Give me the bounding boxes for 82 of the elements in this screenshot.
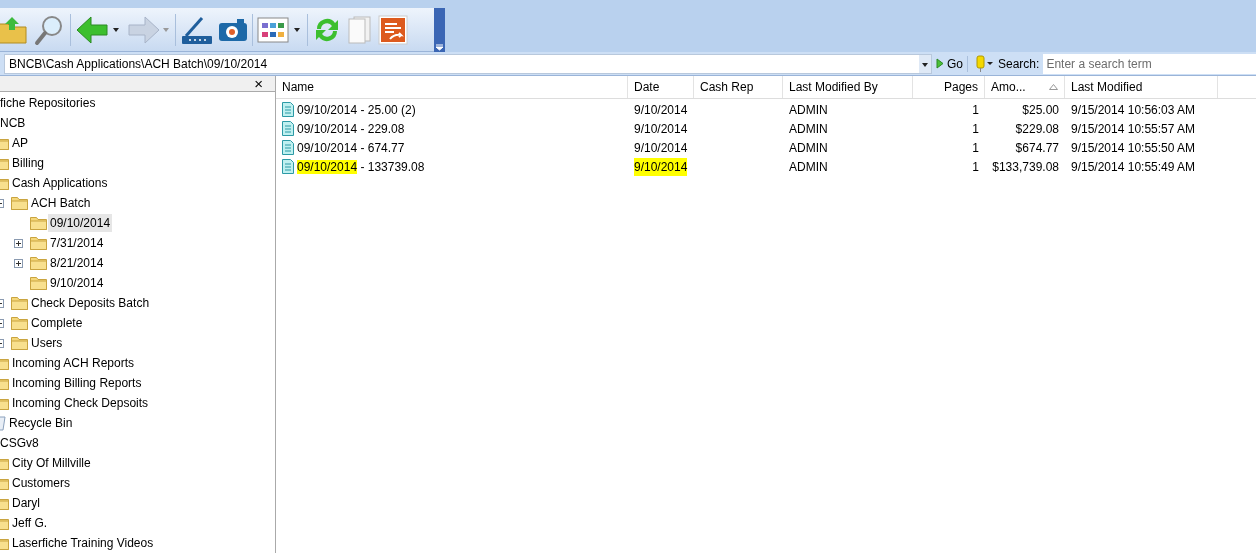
tree-item[interactable]: 9/10/2014 bbox=[48, 274, 106, 292]
column-header[interactable]: Pages bbox=[943, 78, 978, 96]
go-button[interactable]: Go bbox=[932, 53, 967, 74]
modified-cell-text: 9/15/2014 10:56:03 AM bbox=[1071, 101, 1196, 119]
tree-item[interactable]: 09/10/2014 bbox=[48, 214, 113, 232]
color-grid-icon[interactable] bbox=[257, 15, 303, 44]
overflow-icon[interactable] bbox=[434, 7, 445, 52]
folder-icon bbox=[30, 256, 47, 270]
pages-cell-text: 1 bbox=[972, 101, 979, 119]
amount-cell-text: $25.00 bbox=[1022, 101, 1059, 119]
tree-item[interactable]: CSGv8 bbox=[0, 434, 41, 452]
camera-icon[interactable] bbox=[218, 16, 248, 43]
tree-item[interactable]: AP bbox=[10, 134, 30, 152]
tree-item[interactable]: 7/31/2014 bbox=[48, 234, 106, 252]
folder-icon bbox=[30, 236, 47, 250]
expand-icon[interactable] bbox=[14, 239, 23, 248]
amount-cell-text: $229.08 bbox=[1015, 120, 1059, 138]
tree-item[interactable]: Complete bbox=[29, 314, 85, 332]
tree-item[interactable]: Jeff G. bbox=[10, 514, 50, 532]
tree-item[interactable]: Customers bbox=[10, 474, 72, 492]
pages-cell-text: 1 bbox=[972, 158, 979, 176]
amount-cell-text: $674.77 bbox=[1015, 139, 1059, 157]
user-cell-text: ADMIN bbox=[789, 101, 828, 119]
date-cell-text: 9/10/2014 bbox=[634, 101, 688, 119]
tree-item[interactable]: Incoming ACH Reports bbox=[10, 354, 137, 372]
expand-icon[interactable] bbox=[14, 259, 23, 268]
column-header[interactable]: Last Modified By bbox=[789, 78, 878, 96]
file-name[interactable]: 09/10/2014 - 25.00 (2) bbox=[297, 100, 416, 119]
tree-item[interactable]: ACH Batch bbox=[29, 194, 93, 212]
document-icon bbox=[282, 121, 294, 136]
tree-item[interactable]: Billing bbox=[10, 154, 46, 172]
folder-icon bbox=[11, 316, 28, 330]
folder-icon bbox=[11, 296, 28, 310]
export-icon[interactable] bbox=[378, 14, 408, 45]
search-field[interactable]: Enter a search term bbox=[1043, 53, 1256, 74]
search-label: Search: bbox=[998, 55, 1040, 73]
column-header[interactable]: Last Modified bbox=[1071, 78, 1143, 96]
user-cell-text: ADMIN bbox=[789, 139, 828, 157]
tree-item[interactable]: Users bbox=[29, 334, 65, 352]
date-cell-text: 9/10/2014 bbox=[634, 120, 688, 138]
folder-icon bbox=[11, 196, 28, 210]
document-icon bbox=[282, 102, 294, 117]
tree-item[interactable]: Recycle Bin bbox=[7, 414, 75, 432]
file-name[interactable]: 09/10/2014 - 133739.08 bbox=[297, 157, 425, 176]
modified-cell-text: 9/15/2014 10:55:50 AM bbox=[1071, 139, 1196, 157]
tree-item[interactable]: Incoming Check Depsoits bbox=[10, 394, 151, 412]
document-icon bbox=[282, 140, 294, 155]
tree-item[interactable]: fiche Repositories bbox=[0, 94, 98, 112]
folder-icon bbox=[30, 216, 47, 230]
tree-item[interactable]: Check Deposits Batch bbox=[29, 294, 152, 312]
modified-cell-text: 9/15/2014 10:55:57 AM bbox=[1071, 120, 1196, 138]
file-name[interactable]: 09/10/2014 - 229.08 bbox=[297, 119, 405, 138]
user-cell-text: ADMIN bbox=[789, 120, 828, 138]
back-arrow-icon[interactable] bbox=[75, 14, 121, 45]
play-icon bbox=[936, 58, 944, 69]
file-name[interactable]: 09/10/2014 - 674.77 bbox=[297, 138, 405, 157]
pages-cell-text: 1 bbox=[972, 139, 979, 157]
column-header[interactable]: Name bbox=[282, 78, 314, 96]
pages-cell-text: 1 bbox=[972, 120, 979, 138]
tree-item[interactable]: Cash Applications bbox=[10, 174, 110, 192]
tree-item[interactable]: City Of Millville bbox=[10, 454, 93, 472]
column-header[interactable]: Amo... bbox=[991, 78, 1026, 96]
tree-item[interactable]: Laserfiche Training Videos bbox=[10, 534, 156, 552]
tree-item[interactable]: NCB bbox=[0, 114, 28, 132]
address-path: BNCB\Cash Applications\ACH Batch\09/10/2014 bbox=[9, 55, 269, 73]
tree-item[interactable]: Incoming Billing Reports bbox=[10, 374, 144, 392]
date-cell-text: 9/10/2014 bbox=[634, 139, 688, 157]
pin-dropdown-icon[interactable] bbox=[974, 54, 996, 73]
amount-cell-text: $133,739.08 bbox=[992, 158, 1059, 176]
column-header[interactable]: Date bbox=[634, 78, 660, 96]
address-field[interactable]: BNCB\Cash Applications\ACH Batch\09/10/2014 bbox=[4, 53, 932, 74]
tree-item[interactable]: Daryl bbox=[10, 494, 42, 512]
dropdown-icon[interactable] bbox=[919, 54, 931, 73]
tree-item[interactable]: 8/21/2014 bbox=[48, 254, 106, 272]
folder-icon bbox=[30, 276, 47, 290]
document-icon bbox=[282, 159, 294, 174]
user-cell-text: ADMIN bbox=[789, 158, 828, 176]
column-header[interactable]: Cash Rep bbox=[700, 78, 754, 96]
date-cell: 9/10/2014 bbox=[634, 157, 688, 176]
modified-cell-text: 9/15/2014 10:55:49 AM bbox=[1071, 158, 1196, 176]
folder-icon bbox=[11, 336, 28, 350]
close-button[interactable]: × bbox=[254, 76, 263, 91]
